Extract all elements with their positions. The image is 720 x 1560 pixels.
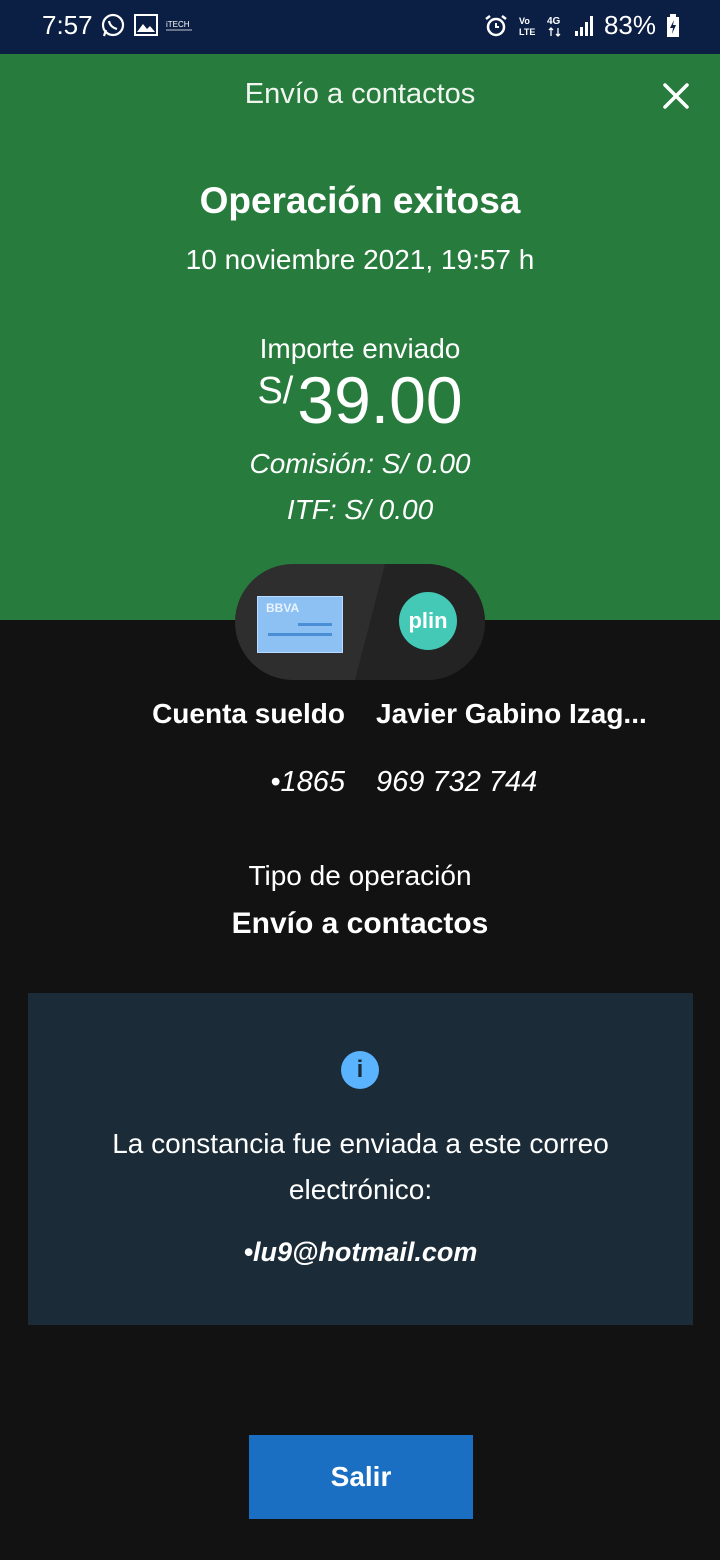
notification-icons: iTECH xyxy=(100,12,194,38)
currency-symbol: S/ xyxy=(257,370,294,412)
card-stripe xyxy=(298,623,332,626)
amount-value: 39.00 xyxy=(297,363,463,437)
system-icons: Vo LTE 4G 83% xyxy=(484,10,680,41)
svg-text:LTE: LTE xyxy=(519,27,535,37)
svg-text:Vo: Vo xyxy=(519,16,530,26)
battery-level: 83% xyxy=(603,10,656,40)
bank-name: BBVA xyxy=(266,601,300,615)
exit-button[interactable]: Salir xyxy=(249,1435,473,1519)
close-icon[interactable] xyxy=(660,80,692,112)
screen-title: Envío a contactos xyxy=(244,78,476,110)
volte-icon: Vo LTE xyxy=(519,16,535,37)
receipt-info-box: i La constancia fue enviada a este corre… xyxy=(28,993,693,1325)
whatsapp-icon xyxy=(101,13,125,37)
itech-icon: iTECH xyxy=(166,20,192,31)
battery-icon xyxy=(667,13,679,37)
svg-text:iTECH: iTECH xyxy=(166,20,190,29)
bbva-card-icon: BBVA xyxy=(257,596,343,653)
source-account-number: •1865 xyxy=(270,766,345,798)
receipt-message: La constancia fue enviada a este correo … xyxy=(112,1128,609,1205)
info-icon: i xyxy=(341,1051,379,1089)
operation-status-title: Operación exitosa xyxy=(199,180,521,221)
itf-text: ITF: S/ 0.00 xyxy=(286,494,434,525)
receipt-email: •lu9@hotmail.com xyxy=(243,1237,478,1267)
operation-type-value: Envío a contactos xyxy=(231,907,489,940)
card-stripe xyxy=(268,633,332,636)
amount-label: Importe enviado xyxy=(259,333,461,364)
amount-sent: S/39.00 xyxy=(0,362,720,438)
image-icon xyxy=(134,14,158,36)
svg-text:4G: 4G xyxy=(547,16,561,27)
transfer-route-pill: BBVA plin xyxy=(235,564,485,680)
recipient-phone: 969 732 744 xyxy=(376,766,538,798)
operation-type-label: Tipo de operación xyxy=(248,860,472,891)
status-bar: 7:57 iTECH Vo LTE 4G 83% xyxy=(0,0,720,54)
plin-logo-text: plin xyxy=(408,608,448,633)
status-time: 7:57 xyxy=(42,10,93,40)
operation-datetime: 10 noviembre 2021, 19:57 h xyxy=(185,244,535,275)
4g-icon: 4G xyxy=(547,16,561,37)
signal-icon xyxy=(574,15,593,36)
source-account-name: Cuenta sueldo xyxy=(152,698,345,729)
alarm-icon xyxy=(485,14,507,36)
recipient-name: Javier Gabino Izag... xyxy=(376,698,647,729)
commission-text: Comisión: S/ 0.00 xyxy=(249,448,471,479)
plin-logo-icon: plin xyxy=(399,592,457,650)
